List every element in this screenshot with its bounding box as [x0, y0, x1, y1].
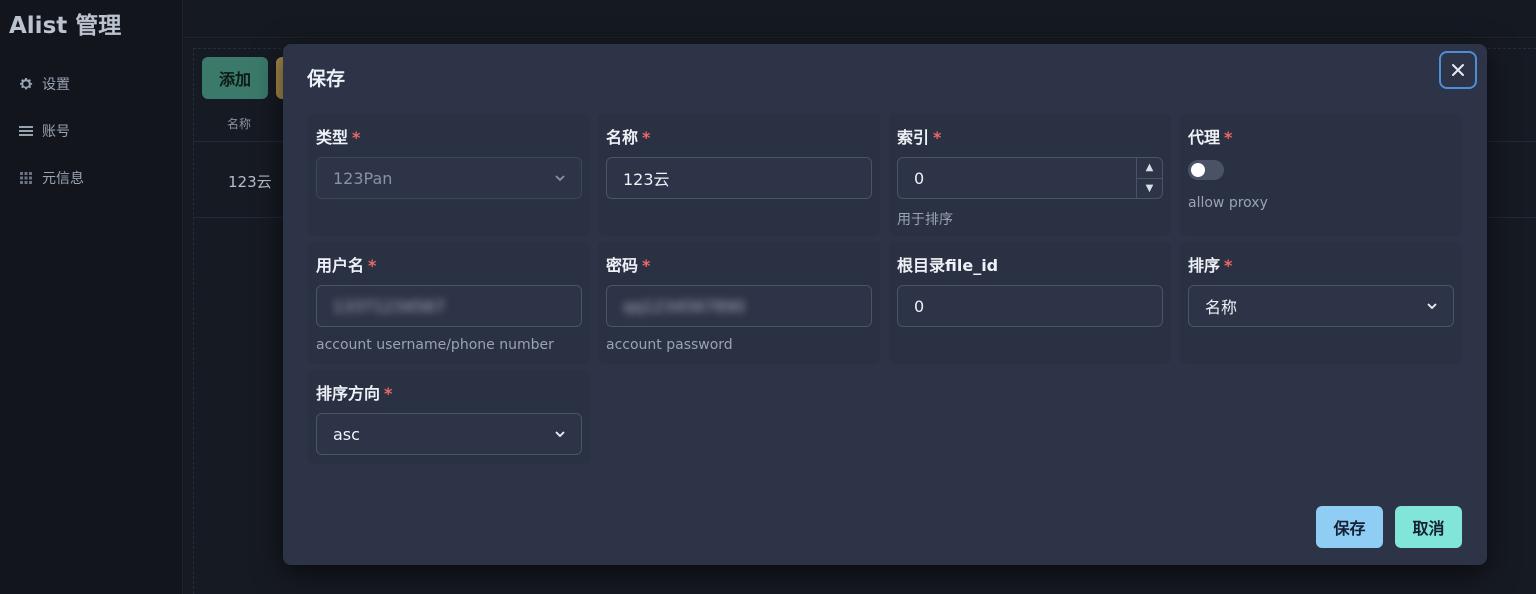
field-order-by: 排序 * 名称 — [1180, 242, 1462, 364]
list-icon — [18, 123, 34, 139]
sidebar-item-accounts[interactable]: 账号 — [18, 121, 70, 141]
sidebar-item-label: 元信息 — [42, 171, 84, 187]
add-button[interactable]: 添加 — [202, 57, 268, 99]
sidebar-item-meta[interactable]: 元信息 — [18, 168, 84, 188]
decrement-icon[interactable]: ▼ — [1137, 179, 1162, 199]
sidebar-item-label: 设置 — [42, 77, 70, 93]
toggle-knob — [1191, 163, 1205, 177]
save-button[interactable]: 保存 — [1316, 506, 1383, 548]
index-stepper[interactable]: ▲ ▼ — [1136, 158, 1162, 198]
field-type: 类型 * 123Pan — [308, 114, 590, 236]
table-cell-name: 123云 — [228, 173, 272, 191]
field-label: 密码 * — [606, 256, 651, 275]
field-label: 排序 * — [1188, 256, 1233, 275]
app-title: Alist 管理 — [9, 13, 122, 39]
field-label: 排序方向 * — [316, 384, 393, 403]
gear-icon — [18, 76, 34, 92]
sidebar: Alist 管理 设置 账号 元信息 — [0, 0, 183, 594]
field-root-id: 根目录file_id 0 — [889, 242, 1171, 364]
field-label: 名称 * — [606, 128, 651, 147]
field-proxy: 代理 * allow proxy — [1180, 114, 1462, 236]
field-index: 索引 * 0 ▲ ▼ 用于排序 — [889, 114, 1171, 236]
modal-title: 保存 — [307, 68, 346, 90]
field-name: 名称 * 123云 — [598, 114, 880, 236]
root-id-input[interactable]: 0 — [897, 285, 1163, 327]
chevron-down-icon — [1427, 303, 1437, 310]
index-input[interactable]: 0 ▲ ▼ — [897, 157, 1163, 199]
close-icon — [1452, 64, 1464, 76]
top-header — [184, 0, 1536, 38]
table-header-name: 名称 — [227, 117, 252, 131]
increment-icon[interactable]: ▲ — [1137, 158, 1162, 179]
close-button[interactable] — [1439, 51, 1477, 89]
field-password: 密码 * qq1234567890 account password — [598, 242, 880, 364]
helper-text: allow proxy — [1188, 195, 1268, 211]
chevron-down-icon — [555, 431, 565, 438]
field-username: 用户名 * 13371234567 account username/phone … — [308, 242, 590, 364]
sidebar-item-label: 账号 — [42, 124, 70, 140]
grid-icon — [18, 170, 34, 186]
field-label: 索引 * — [897, 128, 942, 147]
helper-text: account username/phone number — [316, 337, 554, 353]
order-by-select[interactable]: 名称 — [1188, 285, 1454, 327]
field-label: 根目录file_id — [897, 256, 999, 275]
username-input[interactable]: 13371234567 — [316, 285, 582, 327]
chevron-down-icon — [555, 175, 565, 182]
name-input[interactable]: 123云 — [606, 157, 872, 199]
cancel-button[interactable]: 取消 — [1395, 506, 1462, 548]
sidebar-item-settings[interactable]: 设置 — [18, 74, 70, 94]
save-modal: 保存 类型 * 123Pan 名称 * 123云 索引 * 0 ▲ ▼ 用于排序 代理… — [283, 44, 1487, 565]
field-label: 代理 * — [1188, 128, 1233, 147]
type-select[interactable]: 123Pan — [316, 157, 582, 199]
field-label: 用户名 * — [316, 256, 377, 275]
password-input[interactable]: qq1234567890 — [606, 285, 872, 327]
helper-text: 用于排序 — [897, 212, 953, 228]
field-order-direction: 排序方向 * asc — [308, 370, 590, 464]
order-direction-select[interactable]: asc — [316, 413, 582, 455]
field-label: 类型 * — [316, 128, 361, 147]
proxy-toggle[interactable] — [1188, 160, 1224, 180]
helper-text: account password — [606, 337, 733, 353]
